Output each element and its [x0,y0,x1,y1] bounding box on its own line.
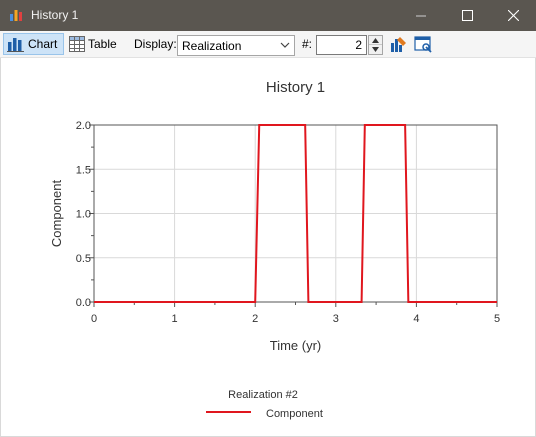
minimize-button[interactable] [398,0,444,31]
chevron-up-icon [372,37,379,43]
close-button[interactable] [490,0,536,31]
decrement-button[interactable] [369,45,382,54]
chart-view-button[interactable]: Chart [3,33,64,55]
table-icon [69,36,85,52]
minimize-icon [416,15,426,16]
y-tick-label: 0.5 [76,253,91,265]
chart-view-label: Chart [28,37,58,51]
y-tick-label: 0.0 [76,297,91,309]
window-title: History 1 [31,8,79,22]
chart-panel: History 1 0 1 2 3 4 5 0.0 0.5 1.0 1.5 2.0 Time (yr) C… [0,58,536,437]
display-label: Display: [134,37,177,51]
table-view-button[interactable]: Table [68,33,120,55]
y-axis-label: Component [49,180,64,248]
table-view-label: Table [88,37,117,51]
bar-chart-icon [7,38,24,52]
title-bar: History 1 [0,0,536,31]
chevron-down-icon [372,47,379,52]
x-axis-label: Time (yr) [270,338,322,353]
legend-entry: Component [266,408,323,420]
x-tick-label: 4 [413,313,419,325]
window-settings-icon[interactable] [414,35,432,53]
chevron-down-icon [280,42,290,48]
realization-number-input[interactable]: 2 [316,35,367,55]
x-tick-label: 5 [494,313,500,325]
realization-number-value: 2 [355,38,362,52]
bar-chart-icon [10,10,22,21]
increment-button[interactable] [369,36,382,45]
realization-number-stepper[interactable] [368,35,383,55]
maximize-icon [461,10,473,21]
x-tick-label: 0 [91,313,97,325]
y-tick-label: 1.5 [76,164,91,176]
history-chart: History 1 0 1 2 3 4 5 0.0 0.5 1.0 1.5 2.0 Time (yr) C… [49,79,500,420]
x-tick-label: 1 [172,313,178,325]
legend-title: Realization #2 [228,389,298,401]
chart-properties-icon[interactable] [390,35,408,53]
y-tick-label: 1.0 [76,209,91,221]
y-tick-label: 2.0 [76,120,91,132]
display-dropdown-value: Realization [182,39,242,53]
number-label: #: [302,37,313,51]
x-tick-label: 2 [252,313,258,325]
chart-title: History 1 [266,79,325,96]
x-tick-label: 3 [333,313,339,325]
close-icon [507,10,519,21]
maximize-button[interactable] [444,0,490,31]
display-dropdown[interactable]: Realization [177,35,295,56]
